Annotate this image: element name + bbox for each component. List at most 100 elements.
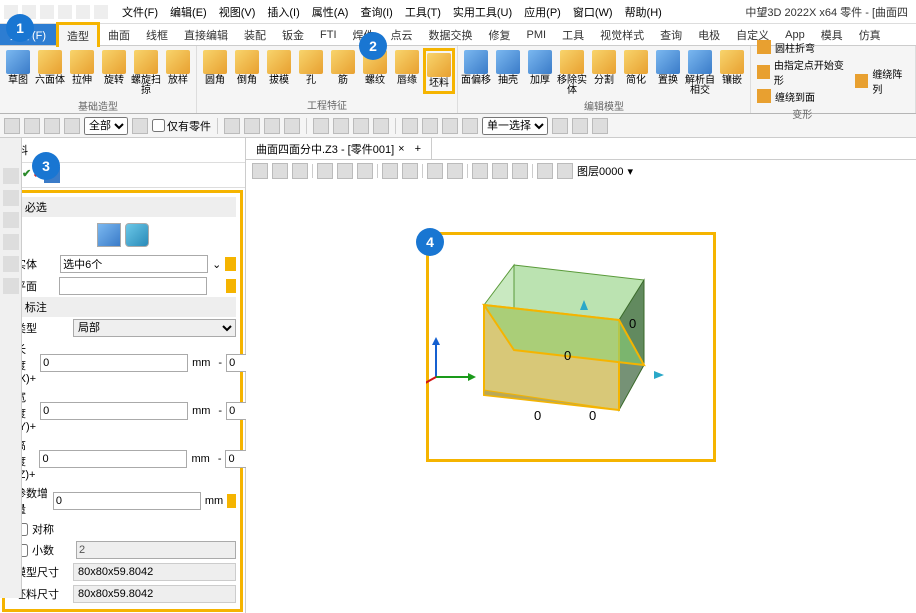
sub-icon[interactable]: [264, 118, 280, 134]
tab-sheetmetal[interactable]: 钣金: [274, 24, 312, 46]
btn-draft[interactable]: 拔模: [263, 48, 295, 88]
doc-tab[interactable]: 曲面四面分中.Z3 - [零件001] × +: [246, 138, 432, 159]
vt-icon[interactable]: [537, 163, 553, 179]
btn-pointdeform[interactable]: 由指定点开始变形: [757, 57, 847, 87]
sub-icon[interactable]: [24, 118, 40, 134]
sub-icon[interactable]: [572, 118, 588, 134]
btn-mosaic[interactable]: 镶嵌: [716, 48, 748, 88]
filter-select[interactable]: 全部: [84, 117, 128, 135]
btn-sweep[interactable]: 螺旋扫掠: [130, 48, 162, 98]
select-mode[interactable]: 单一选择: [482, 117, 548, 135]
sub-icon[interactable]: [244, 118, 260, 134]
vt-icon[interactable]: [427, 163, 443, 179]
shape-cyl-icon[interactable]: [125, 223, 149, 247]
sub-icon[interactable]: [313, 118, 329, 134]
menu-tools[interactable]: 工具(T): [401, 2, 445, 22]
btn-simplify[interactable]: 简化: [620, 48, 652, 88]
menu-window[interactable]: 窗口(W): [569, 2, 617, 22]
btn-selfint[interactable]: 解析自相交: [684, 48, 716, 98]
lenx-input[interactable]: [40, 354, 188, 372]
entity-input[interactable]: [60, 255, 208, 273]
tab-tools[interactable]: 工具: [554, 24, 592, 46]
menu-query[interactable]: 查询(I): [356, 2, 396, 22]
plane-input[interactable]: [59, 277, 207, 295]
sub-icon[interactable]: [462, 118, 478, 134]
menu-view[interactable]: 视图(V): [215, 2, 260, 22]
btn-revolve[interactable]: 旋转: [98, 48, 130, 88]
vt-icon[interactable]: [357, 163, 373, 179]
strip-icon[interactable]: [3, 234, 19, 250]
tab-electrode[interactable]: 电极: [690, 24, 728, 46]
strip-icon[interactable]: [3, 168, 19, 184]
sub-icon[interactable]: [592, 118, 608, 134]
vt-icon[interactable]: [472, 163, 488, 179]
shape-box-icon[interactable]: [97, 223, 121, 247]
pick-icon[interactable]: [226, 279, 236, 293]
pick-icon[interactable]: [227, 494, 236, 508]
close-icon[interactable]: ×: [398, 143, 404, 155]
qat-icon[interactable]: [40, 5, 54, 19]
menu-attr[interactable]: 属性(A): [308, 2, 353, 22]
menu-insert[interactable]: 插入(I): [263, 2, 303, 22]
tab-shape[interactable]: 造型: [56, 22, 100, 47]
menu-app[interactable]: 应用(P): [520, 2, 565, 22]
sub-icon[interactable]: [422, 118, 438, 134]
sub-icon[interactable]: [4, 118, 20, 134]
btn-replace[interactable]: 置换: [652, 48, 684, 88]
menu-help[interactable]: 帮助(H): [621, 2, 666, 22]
tab-inquire[interactable]: 查询: [652, 24, 690, 46]
sub-icon[interactable]: [552, 118, 568, 134]
sub-icon[interactable]: [224, 118, 240, 134]
tab-visual[interactable]: 视觉样式: [592, 24, 652, 46]
btn-offset[interactable]: 面偏移: [460, 48, 492, 88]
tab-pointcloud[interactable]: 点云: [383, 24, 421, 46]
leny-input[interactable]: [40, 402, 188, 420]
vt-icon[interactable]: [317, 163, 333, 179]
sub-icon[interactable]: [373, 118, 389, 134]
btn-loft[interactable]: 放样: [162, 48, 194, 88]
btn-chamfer[interactable]: 倒角: [231, 48, 263, 88]
filter-icon[interactable]: [64, 118, 80, 134]
strip-icon[interactable]: [3, 190, 19, 206]
tab-exchange[interactable]: 数据交换: [421, 24, 481, 46]
vt-icon[interactable]: [292, 163, 308, 179]
lenz-input[interactable]: [39, 450, 187, 468]
dropdown-icon[interactable]: ▾: [627, 165, 633, 178]
vt-icon[interactable]: [492, 163, 508, 179]
add-tab-icon[interactable]: +: [415, 143, 421, 155]
dropdown-icon[interactable]: ⌄: [212, 258, 221, 271]
pick-icon[interactable]: [225, 257, 236, 271]
vt-icon[interactable]: [272, 163, 288, 179]
strip-icon[interactable]: [3, 256, 19, 272]
menu-util[interactable]: 实用工具(U): [449, 2, 516, 22]
btn-box[interactable]: 六面体: [34, 48, 66, 88]
only-parts-check[interactable]: [152, 119, 165, 132]
type-select[interactable]: 局部: [73, 319, 236, 337]
vt-icon[interactable]: [402, 163, 418, 179]
vt-icon[interactable]: [447, 163, 463, 179]
sub-icon[interactable]: [132, 118, 148, 134]
sub-icon[interactable]: [333, 118, 349, 134]
tab-pmi[interactable]: PMI: [519, 26, 555, 44]
strip-icon[interactable]: [3, 212, 19, 228]
vt-icon[interactable]: [382, 163, 398, 179]
ok-icon[interactable]: ✔: [22, 167, 31, 183]
btn-thicken[interactable]: 加厚: [524, 48, 556, 88]
paraminc-input[interactable]: [53, 492, 201, 510]
btn-shell[interactable]: 抽壳: [492, 48, 524, 88]
help-icon[interactable]: [225, 167, 241, 183]
qat-icon[interactable]: [94, 5, 108, 19]
qat-icon[interactable]: [76, 5, 90, 19]
sub-icon[interactable]: [44, 118, 60, 134]
tab-assembly[interactable]: 装配: [236, 24, 274, 46]
tab-repair[interactable]: 修复: [481, 24, 519, 46]
section-required[interactable]: 必选: [9, 197, 236, 217]
vt-icon[interactable]: [252, 163, 268, 179]
vt-icon[interactable]: [512, 163, 528, 179]
canvas[interactable]: 0 0 0 0: [246, 182, 916, 613]
btn-extrude[interactable]: 拉伸: [66, 48, 98, 88]
btn-sketch[interactable]: 草图: [2, 48, 34, 88]
btn-wrap[interactable]: 缠绕到面: [757, 89, 847, 104]
menu-file[interactable]: 文件(F): [118, 2, 162, 22]
strip-icon[interactable]: [3, 278, 19, 294]
